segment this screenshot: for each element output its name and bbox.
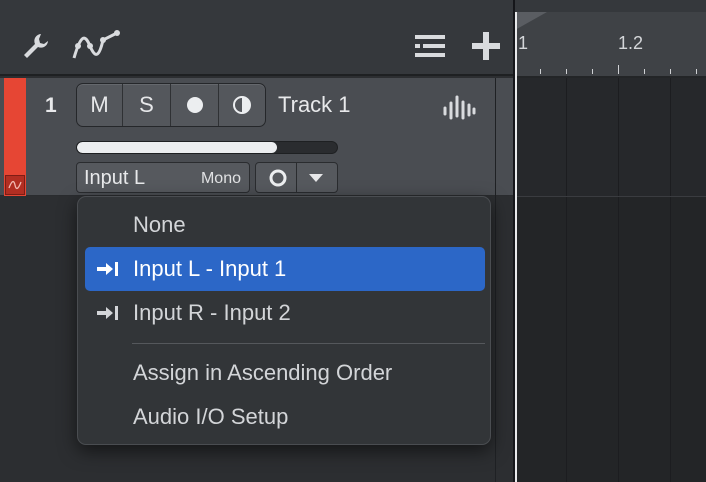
track-number: 1 — [45, 94, 57, 117]
monitor-icon — [233, 96, 251, 114]
track-name[interactable]: Track 1 — [278, 92, 351, 118]
solo-button[interactable]: S — [123, 84, 171, 126]
wrench-icon[interactable] — [16, 26, 56, 66]
arrange-timeline[interactable]: 1 1.2 — [513, 0, 706, 482]
menu-item-none[interactable]: None — [85, 203, 485, 247]
input-routing-menu: None Input L - Input 1 Input R - Input 2… — [77, 196, 491, 445]
waveform-icon[interactable] — [442, 94, 476, 125]
track-row[interactable]: 1 M S Track 1 Input L Mono — [0, 78, 513, 196]
ruler-label-bar-1-2: 1.2 — [618, 33, 644, 53]
mute-button[interactable]: M — [77, 84, 123, 126]
record-icon — [186, 97, 203, 113]
track-controls-group: M S — [76, 83, 266, 127]
menu-item-input-l[interactable]: Input L - Input 1 — [85, 247, 485, 291]
track-toolbar — [0, 0, 513, 76]
list-view-icon[interactable] — [410, 26, 450, 66]
menu-item-input-r[interactable]: Input R - Input 2 — [85, 291, 485, 335]
playhead-cursor[interactable] — [515, 12, 517, 482]
ruler-label-bar-1: 1 — [518, 33, 529, 53]
chevron-down-icon — [309, 174, 323, 182]
plus-icon[interactable] — [466, 26, 506, 66]
automation-toggle-icon[interactable] — [5, 175, 25, 195]
record-enable-button[interactable] — [171, 84, 219, 126]
channel-mode-label: Mono — [200, 170, 241, 187]
audio-input-icon — [97, 306, 118, 320]
automation-curve-icon[interactable] — [70, 26, 122, 66]
output-routing-select[interactable] — [255, 162, 338, 193]
monitor-button[interactable] — [219, 84, 265, 126]
menu-item-assign-ascending[interactable]: Assign in Ascending Order — [85, 351, 485, 395]
menu-separator — [132, 343, 485, 344]
volume-fill — [77, 142, 278, 153]
timeline-ruler[interactable]: 1 1.2 — [515, 0, 706, 76]
input-routing-label: Input L — [84, 167, 146, 189]
menu-item-audio-io-setup[interactable]: Audio I/O Setup — [85, 395, 485, 439]
volume-slider[interactable] — [76, 141, 338, 154]
output-circle-icon — [269, 169, 287, 187]
input-routing-select[interactable]: Input L Mono — [76, 162, 250, 193]
audio-input-icon — [97, 262, 118, 276]
